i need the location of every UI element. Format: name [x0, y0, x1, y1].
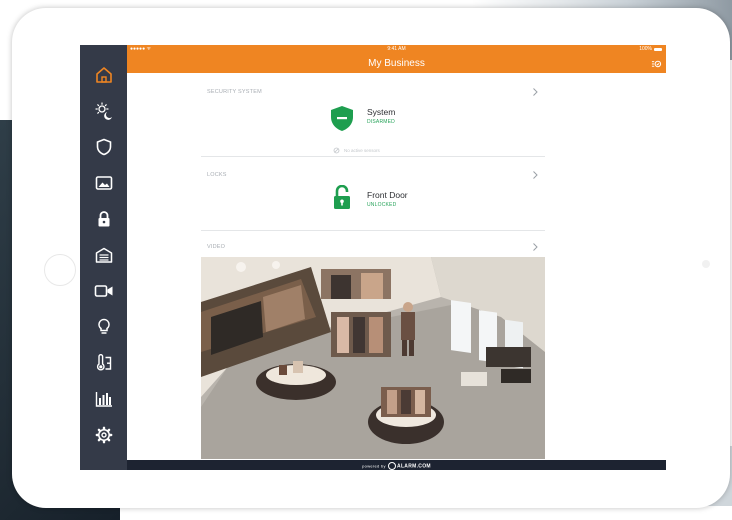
store-camera-image — [201, 257, 545, 459]
shield-status-icon — [331, 106, 353, 131]
light-bulb-icon — [97, 318, 110, 334]
bar-chart-icon — [95, 392, 112, 407]
app-footer: powered by ALARM.COM — [127, 460, 666, 470]
scene-settings-icon[interactable] — [651, 58, 662, 69]
video-section-label: VIDEO — [207, 244, 226, 250]
gear-icon — [95, 426, 112, 444]
home-icon — [95, 67, 112, 83]
app-screen: ●●●●● ᯤ 9:41 AM 100% My Business SECURIT… — [80, 45, 666, 470]
page-title: My Business — [368, 58, 425, 69]
security-status: DISARMED — [367, 119, 395, 125]
garage-icon — [95, 247, 112, 263]
sidebar-item-settings[interactable] — [80, 417, 127, 453]
thermostat-icon — [96, 354, 111, 371]
battery-indicator: 100% — [639, 46, 662, 52]
tablet-home-button[interactable] — [44, 254, 76, 286]
sidebar-item-images[interactable] — [80, 165, 127, 201]
sidebar-item-video[interactable] — [80, 273, 127, 309]
unlocked-lock-icon — [334, 185, 350, 209]
sensor-note: No active sensors — [344, 148, 380, 153]
sidebar-item-locks[interactable] — [80, 201, 127, 237]
security-chevron-icon[interactable] — [530, 87, 540, 97]
lock-name: Front Door — [367, 190, 408, 200]
divider — [201, 156, 545, 157]
image-icon — [95, 176, 112, 190]
powered-by-text: powered by — [362, 463, 386, 469]
sidebar-item-lights[interactable] — [80, 309, 127, 345]
tablet-camera — [702, 260, 710, 268]
lock-status: UNLOCKED — [367, 202, 397, 208]
sidebar — [80, 45, 127, 470]
sidebar-item-energy[interactable] — [80, 381, 127, 417]
app-header: ●●●●● ᯤ 9:41 AM 100% My Business — [127, 45, 666, 73]
security-section-label: SECURITY SYSTEM — [207, 89, 262, 95]
sidebar-item-home[interactable] — [80, 57, 127, 93]
sidebar-item-scenes[interactable] — [80, 93, 127, 129]
locks-chevron-icon[interactable] — [530, 170, 540, 180]
status-time: 9:41 AM — [387, 46, 406, 52]
battery-icon — [654, 47, 662, 51]
video-camera-icon — [94, 285, 112, 297]
lock-icon — [98, 211, 109, 227]
shield-icon — [96, 138, 111, 156]
battery-percent: 100% — [639, 46, 652, 52]
sun-moon-icon — [94, 102, 112, 120]
dashboard-content: SECURITY SYSTEM System DISARMED No activ… — [127, 73, 666, 470]
brand-name: ALARM.COM — [397, 463, 431, 470]
sensor-icon — [333, 147, 340, 154]
divider — [201, 230, 545, 231]
powered-by-label: powered by ALARM.COM — [127, 462, 666, 470]
sidebar-item-thermostat[interactable] — [80, 345, 127, 381]
locks-section-label: LOCKS — [207, 172, 227, 178]
sidebar-item-garage[interactable] — [80, 237, 127, 273]
security-system-name: System — [367, 107, 396, 117]
sidebar-item-security[interactable] — [80, 129, 127, 165]
video-feed[interactable] — [201, 257, 545, 459]
video-chevron-icon[interactable] — [530, 242, 540, 252]
alarm-logo-icon — [387, 462, 396, 470]
